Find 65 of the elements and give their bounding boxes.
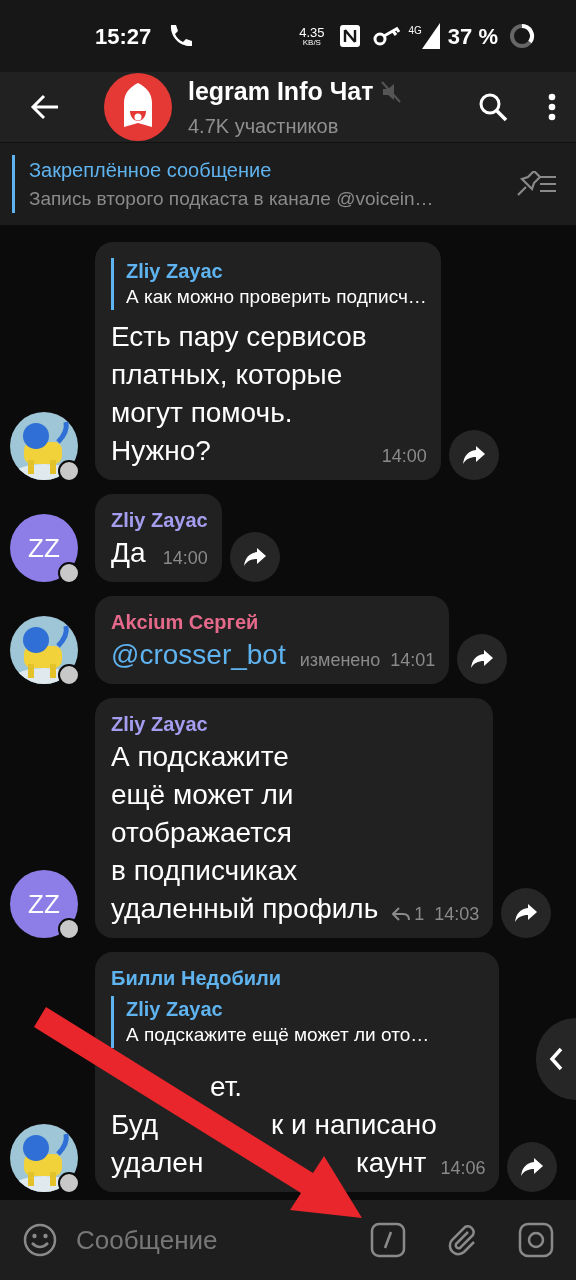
- pinned-title: Закреплённое сообщение: [29, 158, 273, 183]
- message-text: Есть пару сервисов платных, которые могут помочь. Нужно?: [111, 321, 367, 466]
- status-dot: [58, 562, 80, 584]
- signal-icon: [421, 23, 440, 49]
- share-icon: [520, 1157, 545, 1177]
- share-icon: [242, 547, 267, 567]
- message-text-fragment: каунт: [356, 1146, 427, 1180]
- message-time: 14:06: [440, 1157, 486, 1180]
- back-button[interactable]: [30, 94, 60, 120]
- edited-label: изменено: [299, 649, 381, 672]
- forward-button[interactable]: [229, 532, 280, 582]
- key-icon: [372, 26, 401, 46]
- more-button[interactable]: [548, 93, 556, 121]
- battery-text: 37 %: [447, 22, 498, 51]
- forward-button[interactable]: [501, 888, 552, 938]
- message-time: 14:00: [162, 547, 208, 570]
- status-dot: [58, 918, 80, 940]
- message-author: Билли Недобили: [111, 966, 283, 991]
- reply-quote[interactable]: Zliy Zayac А как можно проверить подписч…: [111, 258, 427, 310]
- reply-author: Zliy Zayac: [126, 997, 224, 1022]
- share-icon: [461, 445, 486, 465]
- message-time: 14:03: [434, 903, 480, 926]
- chevron-left-icon: [549, 1047, 563, 1071]
- forward-button[interactable]: [457, 634, 508, 684]
- status-dot: [58, 1172, 80, 1194]
- message-text-fragment: ет.: [210, 1070, 243, 1104]
- bot-commands-button[interactable]: [370, 1222, 406, 1258]
- nfc-icon: [338, 24, 361, 48]
- status-dot: [58, 460, 80, 482]
- message-time: 14:00: [381, 445, 427, 468]
- message-author: Akcium Сергей: [111, 610, 260, 635]
- reply-text: А как можно проверить подписч…: [126, 285, 427, 309]
- speed-text: 4.35: [299, 25, 325, 39]
- battery-icon: [508, 22, 536, 50]
- mention-link[interactable]: @crosser_bot: [111, 639, 286, 670]
- message-text-fragment: к и написано: [271, 1108, 437, 1142]
- message-author: Zliy Zayac: [111, 508, 208, 533]
- status-time: 15:27: [95, 22, 152, 51]
- user-avatar: ZZ: [10, 514, 78, 582]
- pinned-text: Запись второго подкаста в канале @voicein…: [29, 187, 434, 211]
- chat-title: legram Info Чат: [188, 76, 374, 108]
- forward-button[interactable]: [448, 430, 499, 480]
- share-icon: [470, 649, 495, 669]
- reply-text: А подскажите ещё может ли ото…: [126, 1023, 431, 1047]
- message-author: Zliy Zayac: [111, 712, 209, 737]
- member-count: 4.7K участников: [188, 113, 340, 139]
- reply-icon: [392, 907, 411, 921]
- user-avatar: ZZ: [10, 870, 78, 938]
- group-avatar: [104, 73, 172, 141]
- reply-author: Zliy Zayac: [126, 259, 224, 284]
- share-icon: [514, 903, 539, 923]
- message-text-fragment: Буд: [111, 1108, 159, 1142]
- status-dot: [58, 664, 80, 686]
- message-text-fragment: удален: [111, 1146, 204, 1180]
- forward-button[interactable]: [507, 1142, 558, 1192]
- network-text: 4G: [408, 24, 422, 38]
- pinned-message-bar[interactable]: Закреплённое сообщение Запись второго подкаста в канале @voicein…: [0, 142, 576, 225]
- speed-unit: KB/S: [302, 38, 321, 47]
- emoji-button[interactable]: [22, 1222, 58, 1258]
- message-time: 14:01: [390, 649, 436, 672]
- message-text: Да: [111, 537, 146, 568]
- reply-count: 1: [414, 903, 425, 926]
- message-text: А подскажите ещё может ли отображается в подписчиках удаленный профиль: [111, 741, 379, 924]
- camera-button[interactable]: [518, 1222, 554, 1258]
- search-button[interactable]: [478, 92, 508, 122]
